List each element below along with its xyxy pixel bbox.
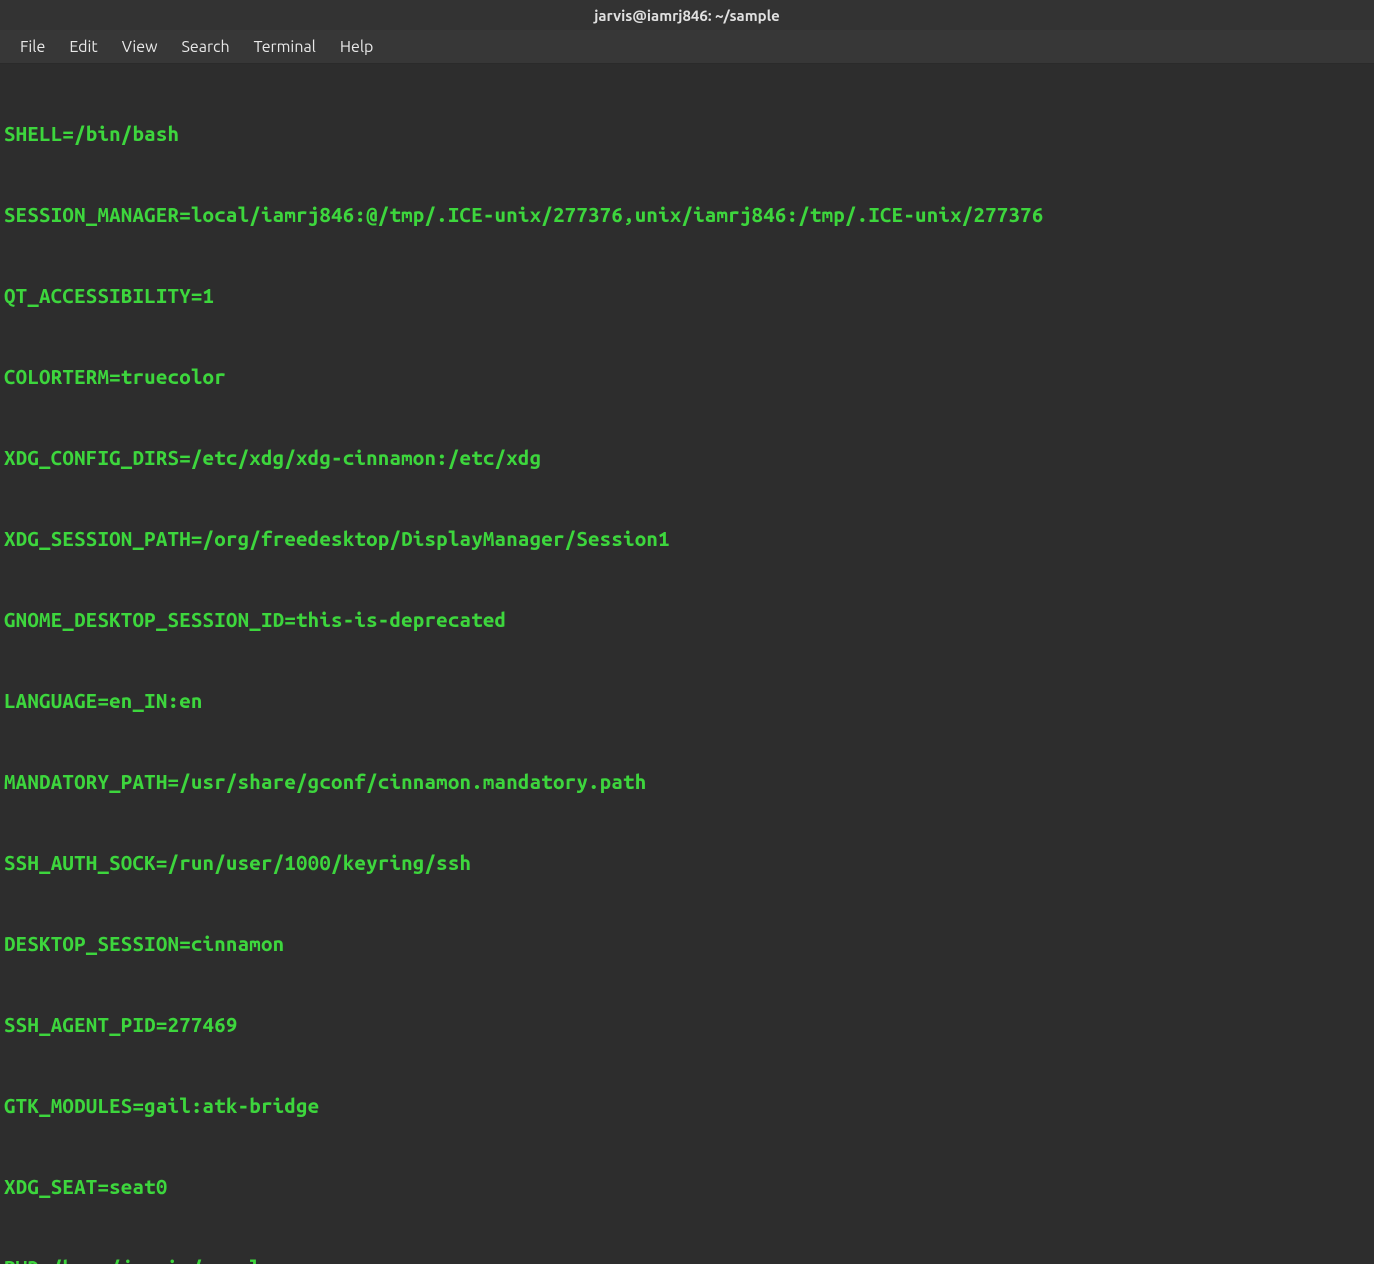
menu-edit[interactable]: Edit [57, 32, 109, 62]
env-line: GTK_MODULES=gail:atk-bridge [4, 1092, 1370, 1119]
menu-search[interactable]: Search [170, 32, 242, 62]
env-line: MANDATORY_PATH=/usr/share/gconf/cinnamon… [4, 768, 1370, 795]
terminal-output[interactable]: SHELL=/bin/bash SESSION_MANAGER=local/ia… [0, 64, 1374, 1264]
env-line: SESSION_MANAGER=local/iamrj846:@/tmp/.IC… [4, 201, 1370, 228]
env-line: SSH_AUTH_SOCK=/run/user/1000/keyring/ssh [4, 849, 1370, 876]
menu-help[interactable]: Help [328, 32, 386, 62]
menu-view[interactable]: View [110, 32, 170, 62]
env-line: SSH_AGENT_PID=277469 [4, 1011, 1370, 1038]
menu-file[interactable]: File [8, 32, 57, 62]
env-line: XDG_SEAT=seat0 [4, 1173, 1370, 1200]
window-title: jarvis@iamrj846: ~/sample [594, 7, 780, 24]
env-line: GNOME_DESKTOP_SESSION_ID=this-is-depreca… [4, 606, 1370, 633]
env-line: PWD=/home/jarvis/sample [4, 1254, 1370, 1264]
env-line: DESKTOP_SESSION=cinnamon [4, 930, 1370, 957]
env-line: COLORTERM=truecolor [4, 363, 1370, 390]
menu-terminal[interactable]: Terminal [242, 32, 328, 62]
window-title-bar: jarvis@iamrj846: ~/sample [0, 0, 1374, 30]
env-line: LANGUAGE=en_IN:en [4, 687, 1370, 714]
env-line: XDG_CONFIG_DIRS=/etc/xdg/xdg-cinnamon:/e… [4, 444, 1370, 471]
env-line: QT_ACCESSIBILITY=1 [4, 282, 1370, 309]
env-line: SHELL=/bin/bash [4, 120, 1370, 147]
env-line: XDG_SESSION_PATH=/org/freedesktop/Displa… [4, 525, 1370, 552]
menu-bar: File Edit View Search Terminal Help [0, 30, 1374, 64]
